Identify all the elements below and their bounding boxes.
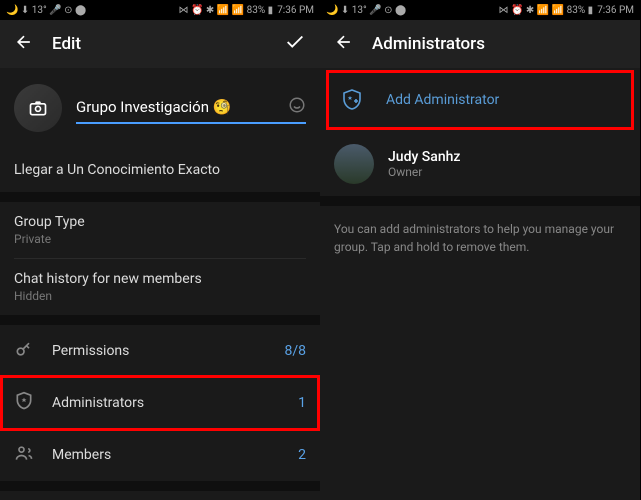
status-time: 7:36 PM: [597, 5, 634, 16]
members-count: 2: [298, 447, 306, 463]
administrators-item[interactable]: Administrators 1: [0, 377, 320, 429]
administrators-count: 1: [298, 395, 306, 411]
page-title: Administrators: [372, 34, 626, 54]
edit-group-screen: 🌙 ⬇ 13° 🎤 ⊙ ⬤ ⋈ ⏰ ✱ 📶 📶 83% ▮ 7:36 PM Ed…: [0, 0, 320, 500]
status-bar: 🌙 ⬇ 13° 🎤 ⊙ ⬤ ⋈ ⏰ ✱ 📶 📶 83% ▮ 7:36 PM: [320, 0, 640, 20]
group-photo-button[interactable]: [14, 84, 62, 132]
add-administrator-button[interactable]: Add Administrator: [320, 68, 640, 132]
status-time: 7:36 PM: [277, 5, 314, 16]
members-label: Members: [52, 447, 280, 463]
shield-star-icon: [14, 391, 34, 415]
status-right-icons: ⋈ ⏰ ✱ 📶 📶 83% ▮: [179, 5, 274, 16]
helper-text: You can add administrators to help you m…: [320, 206, 640, 270]
avatar: [334, 144, 374, 184]
chat-history-label: Chat history for new members: [14, 271, 306, 287]
divider: [0, 481, 320, 491]
status-left-icons: 🌙 ⬇ 13° 🎤 ⊙ ⬤: [6, 5, 86, 16]
people-icon: [14, 443, 34, 467]
divider: [0, 315, 320, 325]
administrators-screen: 🌙 ⬇ 13° 🎤 ⊙ ⬤ ⋈ ⏰ ✱ 📶 📶 83% ▮ 7:36 PM Ad…: [320, 0, 640, 500]
page-title: Edit: [52, 34, 266, 54]
chat-history-value: Hidden: [14, 289, 306, 303]
user-role: Owner: [388, 165, 460, 179]
divider: [0, 192, 320, 202]
chat-history-setting[interactable]: Chat history for new members Hidden: [0, 259, 320, 315]
members-item[interactable]: Members 2: [0, 429, 320, 481]
permissions-count: 8/8: [284, 343, 306, 359]
shield-plus-icon: [334, 82, 370, 118]
header: Administrators: [320, 20, 640, 68]
back-icon[interactable]: [334, 32, 354, 56]
user-name: Judy Sanhz: [388, 149, 460, 165]
header: Edit: [0, 20, 320, 68]
emoji-icon[interactable]: [288, 96, 306, 118]
back-icon[interactable]: [14, 32, 34, 56]
group-name-row: [0, 68, 320, 148]
key-icon: [14, 339, 34, 363]
administrator-list-item[interactable]: Judy Sanhz Owner: [320, 132, 640, 196]
confirm-icon[interactable]: [284, 31, 306, 58]
permissions-item[interactable]: Permissions 8/8: [0, 325, 320, 377]
permissions-label: Permissions: [52, 343, 266, 359]
divider: [320, 196, 640, 206]
delete-leave-button[interactable]: Delete and Leave Group: [0, 491, 320, 500]
group-description[interactable]: Llegar a Un Conocimiento Exacto: [0, 148, 320, 192]
group-name-input[interactable]: [76, 92, 306, 124]
group-type-value: Private: [14, 232, 306, 246]
administrators-label: Administrators: [52, 395, 280, 411]
group-type-label: Group Type: [14, 214, 306, 230]
status-left-icons: 🌙 ⬇ 13° 🎤 ⊙ ⬤: [326, 5, 406, 16]
status-bar: 🌙 ⬇ 13° 🎤 ⊙ ⬤ ⋈ ⏰ ✱ 📶 📶 83% ▮ 7:36 PM: [0, 0, 320, 20]
status-right-icons: ⋈ ⏰ ✱ 📶 📶 83% ▮: [499, 5, 594, 16]
add-administrator-label: Add Administrator: [386, 92, 499, 108]
group-type-setting[interactable]: Group Type Private: [0, 202, 320, 258]
